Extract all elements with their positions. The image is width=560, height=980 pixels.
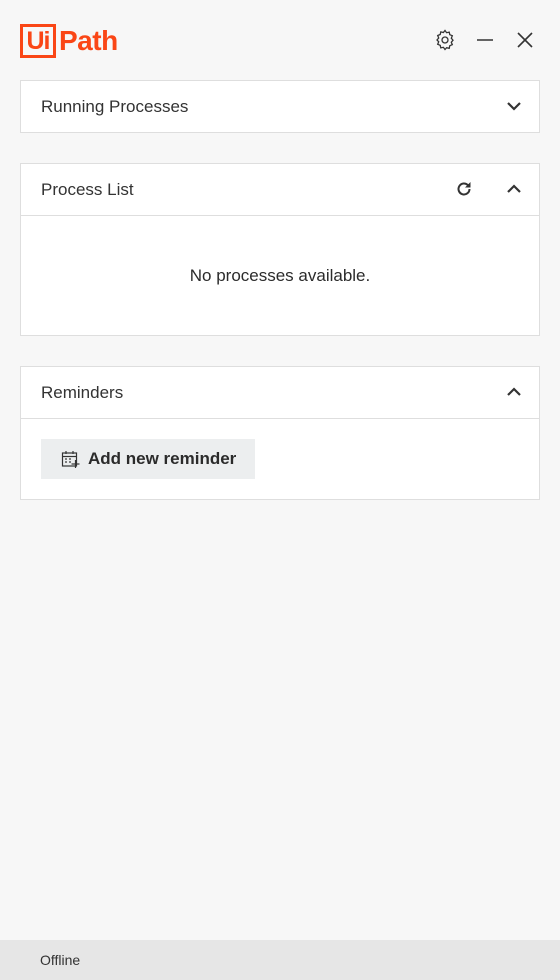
status-bar: Offline [0, 940, 560, 980]
running-processes-title: Running Processes [41, 96, 189, 116]
minimize-button[interactable] [471, 26, 499, 54]
process-list-title: Process List [41, 179, 134, 199]
reminders-title: Reminders [41, 382, 124, 402]
running-processes-header[interactable]: Running Processes [21, 81, 539, 132]
empty-process-message: No processes available. [189, 266, 371, 285]
process-list-body: No processes available. [21, 215, 539, 336]
running-processes-panel: Running Processes [20, 80, 540, 133]
process-list-toggle[interactable] [501, 176, 527, 202]
close-button[interactable] [511, 26, 539, 54]
logo-text: Path [59, 24, 118, 56]
refresh-icon [457, 182, 471, 196]
process-list-panel: Process List No processes available. [20, 163, 540, 336]
reminders-panel: Reminders Add new reminder [20, 366, 540, 500]
minimize-icon [477, 39, 493, 41]
chevron-up-icon [507, 184, 521, 193]
running-processes-toggle[interactable] [501, 93, 527, 119]
title-bar: Ui Path [0, 0, 560, 80]
reminders-body: Add new reminder [21, 418, 539, 500]
gear-icon [436, 29, 454, 51]
settings-button[interactable] [431, 26, 459, 54]
chevron-up-icon [507, 387, 521, 396]
reminders-header[interactable]: Reminders [21, 367, 539, 418]
connection-status: Offline [40, 952, 81, 968]
reminders-toggle[interactable] [501, 379, 527, 405]
refresh-button[interactable] [451, 176, 477, 202]
calendar-add-icon [61, 450, 80, 468]
add-reminder-label: Add new reminder [88, 449, 237, 468]
uipath-logo: Ui Path [20, 21, 118, 60]
chevron-down-icon [507, 102, 521, 111]
add-reminder-button[interactable]: Add new reminder [41, 439, 255, 479]
process-list-header[interactable]: Process List [21, 164, 539, 215]
logo-box: Ui [20, 23, 56, 58]
close-icon [517, 32, 533, 48]
